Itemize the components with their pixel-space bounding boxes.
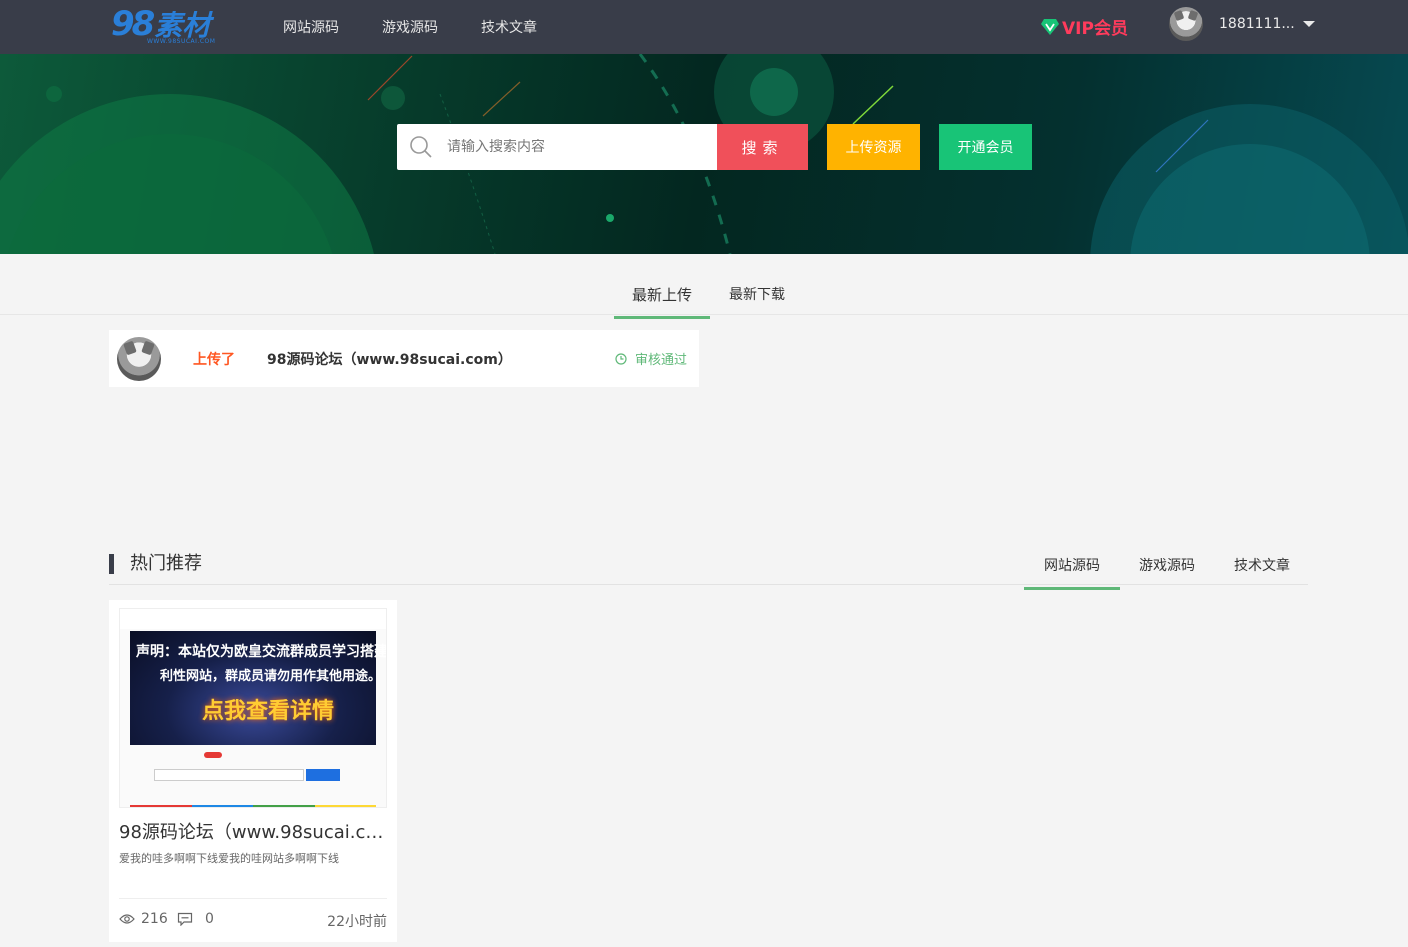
vip-label: VIP会员 xyxy=(1062,19,1128,39)
thumbnail-navbar xyxy=(120,609,386,629)
status-text: 审核通过 xyxy=(634,353,687,368)
status-badge: 审核通过 xyxy=(615,349,687,368)
comment-count: 0 xyxy=(177,911,214,927)
search-button[interactable]: 搜索 xyxy=(717,124,808,170)
list-item[interactable]: 上传了 98源码论坛（www.98sucai.com） 审核通过 xyxy=(109,330,699,387)
uploader-avatar xyxy=(117,336,161,381)
diamond-icon xyxy=(1041,18,1059,35)
upload-action: 上传了 xyxy=(193,351,235,368)
search-box xyxy=(397,124,717,170)
resource-card[interactable]: 声明：本站仅为欧皇交流群成员学习搭建，非盈 利性网站，群成员请勿用作其他用途。 … xyxy=(109,600,397,942)
eye-icon xyxy=(119,914,135,924)
view-count-value: 216 xyxy=(141,911,168,927)
user-avatar xyxy=(1169,7,1203,41)
tab-latest-download[interactable]: 最新下载 xyxy=(729,284,785,304)
main-nav: 网站源码 游戏源码 技术文章 xyxy=(283,0,580,54)
site-logo[interactable]: 98 素材 WWW.98SUCAI.COM xyxy=(111,4,215,45)
view-count: 216 xyxy=(119,911,168,927)
clock-icon xyxy=(615,352,627,365)
thumbnail-line-3: 点我查看详情 xyxy=(202,699,335,724)
thumbnail-color-bars xyxy=(130,805,376,807)
hot-tab-tech-articles[interactable]: 技术文章 xyxy=(1214,555,1310,587)
nav-tech-articles[interactable]: 技术文章 xyxy=(481,17,537,37)
nav-game-source[interactable]: 游戏源码 xyxy=(382,17,438,37)
card-thumbnail[interactable]: 声明：本站仅为欧皇交流群成员学习搭建，非盈 利性网站，群成员请勿用作其他用途。 … xyxy=(119,608,387,808)
tab-latest-upload[interactable]: 最新上传 xyxy=(614,284,710,319)
hot-tab-game-source[interactable]: 游戏源码 xyxy=(1119,555,1215,587)
card-description: 爱我的哇多啊啊下线爱我的哇网站多啊啊下线 xyxy=(119,852,339,865)
nav-website-source[interactable]: 网站源码 xyxy=(283,17,339,37)
card-footer: 216 0 22小时前 xyxy=(119,898,387,942)
thumbnail-pill xyxy=(204,752,222,758)
upload-title[interactable]: 98源码论坛（www.98sucai.com） xyxy=(267,349,512,369)
top-navbar: 98 素材 WWW.98SUCAI.COM 网站源码 游戏源码 技术文章 VIP… xyxy=(0,0,1408,54)
thumbnail-search-button xyxy=(306,769,340,781)
hero-banner: 搜索 上传资源 开通会员 xyxy=(0,54,1408,254)
hot-tab-website-source[interactable]: 网站源码 xyxy=(1024,555,1120,590)
logo-subtext: WWW.98SUCAI.COM xyxy=(147,38,216,45)
chevron-down-icon xyxy=(1302,21,1315,27)
thumbnail-search xyxy=(154,769,304,781)
thumbnail-banner: 声明：本站仅为欧皇交流群成员学习搭建，非盈 利性网站，群成员请勿用作其他用途。 … xyxy=(130,631,386,745)
card-title[interactable]: 98源码论坛（www.98sucai.co... xyxy=(119,818,389,844)
feed-tabs: 最新上传 最新下载 xyxy=(0,254,1408,319)
user-menu[interactable]: 1881111... xyxy=(1169,7,1315,41)
search-icon xyxy=(410,136,432,158)
vip-link[interactable]: VIP会员 xyxy=(1040,14,1128,39)
thumbnail-line-2: 利性网站，群成员请勿用作其他用途。 xyxy=(160,669,382,684)
upload-resource-button[interactable]: 上传资源 xyxy=(827,124,920,170)
section-title: 热门推荐 xyxy=(109,554,202,574)
open-vip-button[interactable]: 开通会员 xyxy=(939,124,1032,170)
thumbnail-line-1: 声明：本站仅为欧皇交流群成员学习搭建，非盈 xyxy=(136,644,387,660)
hot-section-header: 热门推荐 网站源码 游戏源码 技术文章 xyxy=(109,545,1310,590)
search-input[interactable] xyxy=(447,139,697,155)
card-time: 22小时前 xyxy=(327,914,387,930)
comment-icon xyxy=(177,912,193,926)
username: 1881111... xyxy=(1219,16,1295,32)
comment-count-value: 0 xyxy=(205,911,214,927)
